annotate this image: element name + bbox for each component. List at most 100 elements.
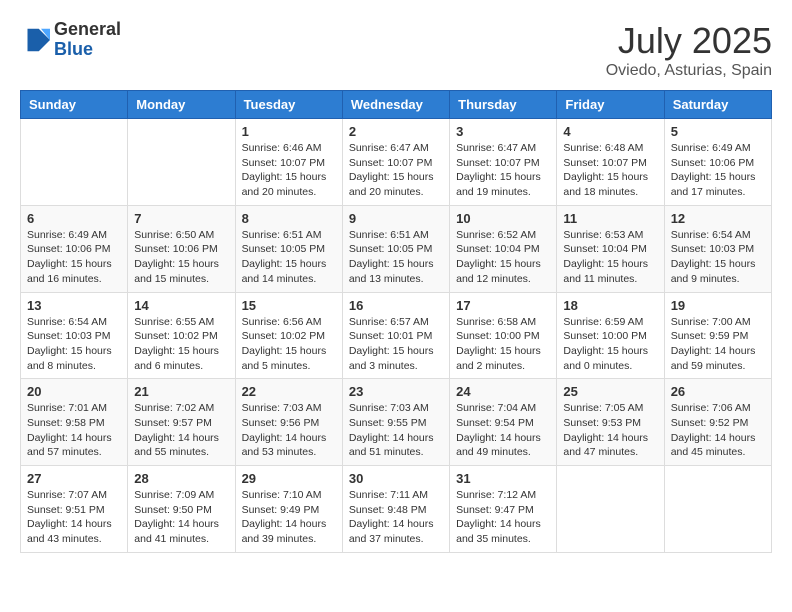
- day-info: Sunrise: 6:50 AM Sunset: 10:06 PM Daylig…: [134, 228, 228, 287]
- calendar-cell: 24 Sunrise: 7:04 AM Sunset: 9:54 PM Dayli…: [450, 379, 557, 466]
- calendar-cell: 23Sunrise: 7:03 AM Sunset: 9:55 PM Dayli…: [342, 379, 449, 466]
- day-info: Sunrise: 6:54 AM Sunset: 10:03 PM Daylig…: [27, 315, 121, 374]
- logo: General Blue: [20, 20, 121, 60]
- calendar-header-row: SundayMondayTuesdayWednesdayThursdayFrid…: [21, 91, 772, 119]
- calendar-header-sunday: Sunday: [21, 91, 128, 119]
- day-info: Sunrise: 6:49 AM Sunset: 10:06 PM Daylig…: [671, 141, 765, 200]
- calendar-cell: 18Sunrise: 6:59 AM Sunset: 10:00 PM Dayl…: [557, 292, 664, 379]
- day-info: Sunrise: 7:03 AM Sunset: 9:56 PM Dayligh…: [242, 401, 336, 460]
- calendar-cell: 21 Sunrise: 7:02 AM Sunset: 9:57 PM Dayli…: [128, 379, 235, 466]
- day-number: 4: [563, 124, 657, 139]
- day-number: 29: [242, 471, 336, 486]
- day-number: 11: [563, 211, 657, 226]
- calendar-cell: 7 Sunrise: 6:50 AM Sunset: 10:06 PM Dayli…: [128, 205, 235, 292]
- calendar-cell: 13 Sunrise: 6:54 AM Sunset: 10:03 PM Dayl…: [21, 292, 128, 379]
- day-info: Sunrise: 6:47 AM Sunset: 10:07 PM Daylig…: [456, 141, 550, 200]
- calendar-cell: 29Sunrise: 7:10 AM Sunset: 9:49 PM Dayli…: [235, 466, 342, 553]
- calendar-cell: 17Sunrise: 6:58 AM Sunset: 10:00 PM Dayl…: [450, 292, 557, 379]
- calendar-cell: 22 Sunrise: 7:03 AM Sunset: 9:56 PM Dayli…: [235, 379, 342, 466]
- day-number: 24: [456, 384, 550, 399]
- calendar-cell: 31Sunrise: 7:12 AM Sunset: 9:47 PM Dayli…: [450, 466, 557, 553]
- day-number: 28: [134, 471, 228, 486]
- day-number: 13: [27, 298, 121, 313]
- day-number: 22: [242, 384, 336, 399]
- calendar-cell: 16Sunrise: 6:57 AM Sunset: 10:01 PM Dayl…: [342, 292, 449, 379]
- calendar-week-3: 13 Sunrise: 6:54 AM Sunset: 10:03 PM Dayl…: [21, 292, 772, 379]
- day-info: Sunrise: 6:49 AM Sunset: 10:06 PM Daylig…: [27, 228, 121, 287]
- day-info: Sunrise: 6:55 AM Sunset: 10:02 PM Daylig…: [134, 315, 228, 374]
- calendar-cell: 3 Sunrise: 6:47 AM Sunset: 10:07 PM Dayli…: [450, 119, 557, 206]
- day-number: 31: [456, 471, 550, 486]
- day-number: 2: [349, 124, 443, 139]
- calendar-cell: 11 Sunrise: 6:53 AM Sunset: 10:04 PM Dayl…: [557, 205, 664, 292]
- day-info: Sunrise: 6:59 AM Sunset: 10:00 PM Daylig…: [563, 315, 657, 374]
- day-number: 21: [134, 384, 228, 399]
- day-number: 26: [671, 384, 765, 399]
- calendar-cell: [21, 119, 128, 206]
- calendar-week-1: 1Sunrise: 6:46 AM Sunset: 10:07 PM Dayli…: [21, 119, 772, 206]
- day-info: Sunrise: 6:48 AM Sunset: 10:07 PM Daylig…: [563, 141, 657, 200]
- logo-general: General: [54, 20, 121, 40]
- calendar-table: SundayMondayTuesdayWednesdayThursdayFrid…: [20, 90, 772, 553]
- day-info: Sunrise: 7:09 AM Sunset: 9:50 PM Dayligh…: [134, 488, 228, 547]
- day-info: Sunrise: 6:51 AM Sunset: 10:05 PM Daylig…: [242, 228, 336, 287]
- calendar-cell: 26Sunrise: 7:06 AM Sunset: 9:52 PM Dayli…: [664, 379, 771, 466]
- calendar-cell: 27 Sunrise: 7:07 AM Sunset: 9:51 PM Dayli…: [21, 466, 128, 553]
- day-info: Sunrise: 6:46 AM Sunset: 10:07 PM Daylig…: [242, 141, 336, 200]
- calendar-cell: 1Sunrise: 6:46 AM Sunset: 10:07 PM Dayli…: [235, 119, 342, 206]
- calendar-cell: 12Sunrise: 6:54 AM Sunset: 10:03 PM Dayl…: [664, 205, 771, 292]
- calendar-week-5: 27 Sunrise: 7:07 AM Sunset: 9:51 PM Dayli…: [21, 466, 772, 553]
- calendar-header-tuesday: Tuesday: [235, 91, 342, 119]
- day-number: 19: [671, 298, 765, 313]
- title-block: July 2025 Oviedo, Asturias, Spain: [606, 20, 772, 80]
- day-info: Sunrise: 6:47 AM Sunset: 10:07 PM Daylig…: [349, 141, 443, 200]
- day-info: Sunrise: 7:02 AM Sunset: 9:57 PM Dayligh…: [134, 401, 228, 460]
- location: Oviedo, Asturias, Spain: [606, 62, 772, 80]
- calendar-week-4: 20Sunrise: 7:01 AM Sunset: 9:58 PM Dayli…: [21, 379, 772, 466]
- month-year: July 2025: [606, 20, 772, 62]
- day-info: Sunrise: 7:07 AM Sunset: 9:51 PM Dayligh…: [27, 488, 121, 547]
- day-number: 10: [456, 211, 550, 226]
- day-number: 8: [242, 211, 336, 226]
- logo-text: General Blue: [54, 20, 121, 60]
- calendar-cell: 8 Sunrise: 6:51 AM Sunset: 10:05 PM Dayli…: [235, 205, 342, 292]
- calendar-header-wednesday: Wednesday: [342, 91, 449, 119]
- calendar-header-thursday: Thursday: [450, 91, 557, 119]
- calendar-cell: 19 Sunrise: 7:00 AM Sunset: 9:59 PM Dayli…: [664, 292, 771, 379]
- calendar-cell: 15 Sunrise: 6:56 AM Sunset: 10:02 PM Dayl…: [235, 292, 342, 379]
- calendar-cell: 14 Sunrise: 6:55 AM Sunset: 10:02 PM Dayl…: [128, 292, 235, 379]
- day-number: 14: [134, 298, 228, 313]
- day-info: Sunrise: 7:05 AM Sunset: 9:53 PM Dayligh…: [563, 401, 657, 460]
- calendar-cell: 6 Sunrise: 6:49 AM Sunset: 10:06 PM Dayli…: [21, 205, 128, 292]
- calendar-cell: [128, 119, 235, 206]
- calendar-header-monday: Monday: [128, 91, 235, 119]
- calendar-cell: 2 Sunrise: 6:47 AM Sunset: 10:07 PM Dayli…: [342, 119, 449, 206]
- day-info: Sunrise: 6:52 AM Sunset: 10:04 PM Daylig…: [456, 228, 550, 287]
- calendar-cell: 28 Sunrise: 7:09 AM Sunset: 9:50 PM Dayli…: [128, 466, 235, 553]
- calendar-header-saturday: Saturday: [664, 91, 771, 119]
- day-number: 23: [349, 384, 443, 399]
- calendar-cell: 9Sunrise: 6:51 AM Sunset: 10:05 PM Dayli…: [342, 205, 449, 292]
- day-info: Sunrise: 7:04 AM Sunset: 9:54 PM Dayligh…: [456, 401, 550, 460]
- page-container: General Blue July 2025 Oviedo, Asturias,…: [20, 20, 772, 553]
- day-info: Sunrise: 6:54 AM Sunset: 10:03 PM Daylig…: [671, 228, 765, 287]
- day-info: Sunrise: 6:57 AM Sunset: 10:01 PM Daylig…: [349, 315, 443, 374]
- day-info: Sunrise: 7:00 AM Sunset: 9:59 PM Dayligh…: [671, 315, 765, 374]
- day-number: 15: [242, 298, 336, 313]
- day-number: 3: [456, 124, 550, 139]
- calendar-cell: 4 Sunrise: 6:48 AM Sunset: 10:07 PM Dayli…: [557, 119, 664, 206]
- header: General Blue July 2025 Oviedo, Asturias,…: [20, 20, 772, 80]
- calendar-cell: [557, 466, 664, 553]
- day-info: Sunrise: 7:11 AM Sunset: 9:48 PM Dayligh…: [349, 488, 443, 547]
- calendar-cell: 20Sunrise: 7:01 AM Sunset: 9:58 PM Dayli…: [21, 379, 128, 466]
- day-number: 27: [27, 471, 121, 486]
- day-info: Sunrise: 6:53 AM Sunset: 10:04 PM Daylig…: [563, 228, 657, 287]
- calendar-cell: [664, 466, 771, 553]
- logo-icon: [20, 25, 50, 55]
- day-number: 6: [27, 211, 121, 226]
- day-info: Sunrise: 7:01 AM Sunset: 9:58 PM Dayligh…: [27, 401, 121, 460]
- calendar-week-2: 6 Sunrise: 6:49 AM Sunset: 10:06 PM Dayli…: [21, 205, 772, 292]
- day-number: 7: [134, 211, 228, 226]
- day-number: 17: [456, 298, 550, 313]
- day-info: Sunrise: 6:56 AM Sunset: 10:02 PM Daylig…: [242, 315, 336, 374]
